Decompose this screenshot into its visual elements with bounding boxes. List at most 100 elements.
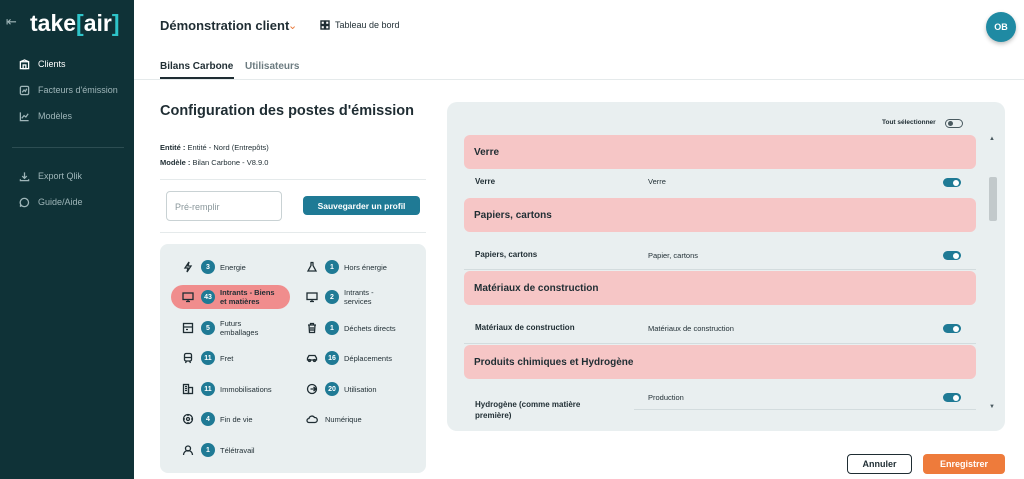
row-toggle[interactable] <box>943 178 961 187</box>
scroll-up-icon[interactable]: ▲ <box>989 136 995 142</box>
category-teletravail[interactable]: 1 Télétravail <box>181 438 255 462</box>
sidebar-item-models[interactable]: Modèles <box>19 107 72 125</box>
category-label: Fin de vie <box>220 414 253 424</box>
category-count: 20 <box>325 382 339 396</box>
category-count: 1 <box>201 443 215 457</box>
download-icon <box>19 171 30 181</box>
car-icon <box>305 351 319 365</box>
row-divider <box>464 343 976 344</box>
save-profile-button[interactable]: Sauvegarder un profil <box>303 196 420 215</box>
home-worker-icon <box>181 443 195 457</box>
lightning-icon <box>181 260 195 274</box>
cancel-button[interactable]: Annuler <box>847 454 912 474</box>
row-description: Matériaux de construction <box>648 324 734 333</box>
sidebar-item-label: Facteurs d'émission <box>38 85 118 95</box>
category-futurs-emballages[interactable]: 5 Futurs emballages <box>181 316 270 340</box>
category-intrants-services[interactable]: 2 Intrants - services <box>305 285 389 309</box>
avatar[interactable]: OB <box>986 12 1016 42</box>
sidebar-item-label: Modèles <box>38 111 73 121</box>
category-label: Energie <box>220 262 246 272</box>
save-button[interactable]: Enregistrer <box>923 454 1005 474</box>
tab-bilans-carbone[interactable]: Bilans Carbone <box>160 61 233 72</box>
sidebar-item-export-qlik[interactable]: Export Qlik <box>19 167 82 185</box>
group-header: Verre <box>464 135 976 169</box>
plug-icon <box>305 382 319 396</box>
row-toggle[interactable] <box>943 251 961 260</box>
category-intrants-biens[interactable]: 43 Intrants - Biens et matières <box>171 285 290 309</box>
client-selector[interactable]: Démonstration client <box>160 18 289 33</box>
package-icon <box>181 321 195 335</box>
select-all-toggle[interactable] <box>945 119 963 128</box>
prefill-input[interactable]: Pré-remplir <box>166 191 282 221</box>
category-immobilisations[interactable]: 11 Immobilisations <box>181 377 272 401</box>
sidebar-divider <box>12 147 124 148</box>
category-count: 1 <box>325 321 339 335</box>
category-fin-de-vie[interactable]: 4 Fin de vie <box>181 407 253 431</box>
sidebar-item-emission-factors[interactable]: Facteurs d'émission <box>19 81 118 99</box>
buildings-icon <box>181 382 195 396</box>
sidebar-item-clients[interactable]: Clients <box>19 55 66 73</box>
category-panel: 3 Energie 1 Hors énergie 43 Intrants - B… <box>160 244 426 473</box>
chart-line-icon <box>19 111 29 121</box>
row-divider <box>464 269 976 270</box>
row-name: Verre <box>475 177 496 186</box>
dashboard-link-label: Tableau de bord <box>335 20 400 30</box>
dashboard-link[interactable]: Tableau de bord <box>320 20 400 30</box>
row-toggle[interactable] <box>943 393 961 402</box>
scroll-down-icon[interactable]: ▼ <box>989 404 995 410</box>
flask-icon <box>305 260 319 274</box>
chevron-down-icon[interactable]: ⌄ <box>288 19 297 32</box>
group-header: Papiers, cartons <box>464 198 976 232</box>
train-icon <box>181 351 195 365</box>
sidebar-item-label: Guide/Aide <box>38 197 83 207</box>
category-label: Immobilisations <box>220 384 272 394</box>
monitor-icon <box>181 290 195 304</box>
row-divider <box>634 409 976 410</box>
category-dechets-directs[interactable]: 1 Déchets directs <box>305 316 396 340</box>
building-icon <box>19 58 30 69</box>
monitor-icon <box>305 290 319 304</box>
category-label: Hors énergie <box>344 262 387 272</box>
category-label: Futurs emballages <box>220 319 259 337</box>
sidebar: ⇤ take[air] Clients Facteurs d'émission … <box>0 0 134 479</box>
tab-utilisateurs[interactable]: Utilisateurs <box>245 61 299 72</box>
category-energie[interactable]: 3 Energie <box>181 255 246 279</box>
category-count: 2 <box>325 290 339 304</box>
row-description: Production <box>648 393 684 402</box>
category-utilisation[interactable]: 20 Utilisation <box>305 377 377 401</box>
category-label: Déplacements <box>344 353 392 363</box>
page-title: Configuration des postes d'émission <box>160 103 415 119</box>
category-hors-energie[interactable]: 1 Hors énergie <box>305 255 387 279</box>
category-label: Télétravail <box>220 445 255 455</box>
category-label: Fret <box>220 353 234 363</box>
model-info: Modèle : Bilan Carbone - V8.9.0 <box>160 158 269 167</box>
category-count: 43 <box>201 290 215 304</box>
category-fret[interactable]: 11 Fret <box>181 346 233 370</box>
row-toggle[interactable] <box>943 324 961 333</box>
category-deplacements[interactable]: 16 Déplacements <box>305 346 392 370</box>
category-count: 16 <box>325 351 339 365</box>
row-name: Hydrogène (comme matière première) <box>475 400 581 420</box>
cloud-icon <box>305 412 319 426</box>
divider <box>160 232 426 233</box>
help-chat-icon <box>19 197 30 207</box>
scrollbar-thumb[interactable] <box>989 177 997 221</box>
collapse-sidebar-icon[interactable]: ⇤ <box>6 14 17 30</box>
recycle-icon <box>181 412 195 426</box>
dashboard-icon <box>320 20 330 30</box>
row-name: Papiers, cartons <box>475 250 538 259</box>
divider <box>160 179 426 180</box>
group-header: Produits chimiques et Hydrogène <box>464 345 976 379</box>
category-label: Intrants - Biens et matières <box>220 288 275 306</box>
app-logo[interactable]: take[air] <box>30 10 120 37</box>
factor-icon <box>19 85 30 95</box>
category-label: Déchets directs <box>344 323 396 333</box>
category-count: 11 <box>201 382 215 396</box>
scrollbar[interactable]: ▲ ▼ <box>988 136 998 419</box>
tabs-divider <box>134 79 1024 80</box>
sidebar-item-guide[interactable]: Guide/Aide <box>19 193 83 211</box>
category-numerique[interactable]: Numérique <box>305 407 362 431</box>
sidebar-item-label: Clients <box>38 59 66 69</box>
group-header: Matériaux de construction <box>464 271 976 305</box>
select-all-label: Tout sélectionner <box>882 119 936 126</box>
